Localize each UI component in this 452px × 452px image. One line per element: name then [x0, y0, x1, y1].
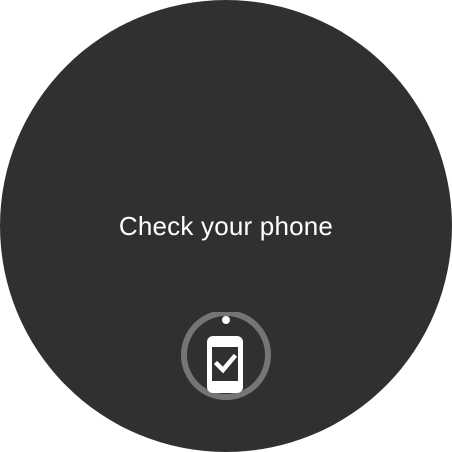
progress-indicator: [176, 312, 276, 412]
phone-check-icon: [207, 336, 243, 393]
watch-screen: Check your phone: [0, 0, 452, 452]
check-phone-message: Check your phone: [118, 211, 334, 241]
progress-dot: [222, 316, 230, 324]
progress-ring-svg: [181, 312, 271, 400]
